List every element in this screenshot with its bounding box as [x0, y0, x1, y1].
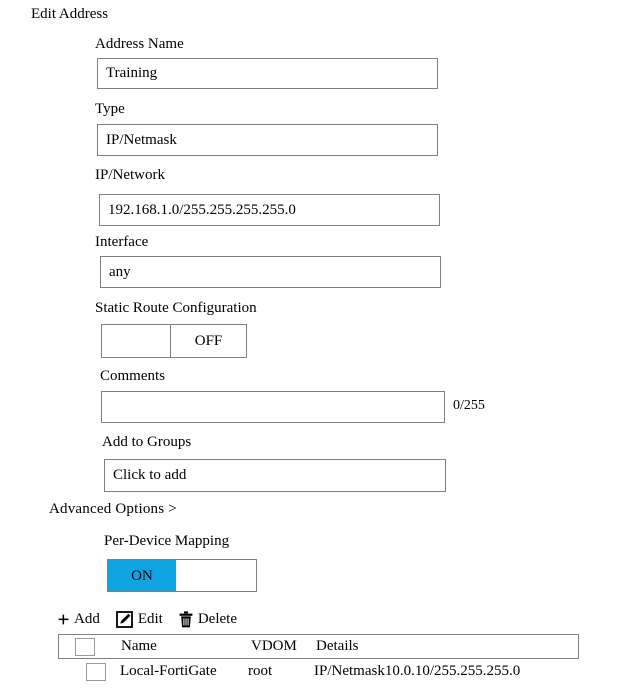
pencil-square-icon: [115, 610, 133, 628]
table-toolbar: Add Edit Delete: [58, 610, 253, 628]
select-all-checkbox[interactable]: [75, 638, 95, 656]
per-device-mapping-toggle-off-side[interactable]: [176, 560, 256, 591]
ip-network-label: IP/Network: [95, 167, 165, 183]
row-select-checkbox[interactable]: [86, 663, 106, 681]
trash-icon: [179, 610, 193, 628]
add-to-groups-field[interactable]: Click to add: [104, 459, 446, 492]
type-select[interactable]: IP/Netmask: [97, 124, 438, 156]
table-row[interactable]: Local-FortiGate root IP/Netmask10.0.10/2…: [58, 660, 618, 686]
add-button-label: Add: [74, 611, 100, 627]
row-cell-vdom: root: [248, 663, 273, 679]
address-name-input[interactable]: [97, 58, 438, 89]
per-device-mapping-toggle[interactable]: ON: [107, 559, 257, 592]
ip-network-input[interactable]: [99, 194, 440, 226]
address-name-label: Address Name: [95, 36, 184, 52]
static-route-toggle-on-side[interactable]: [102, 325, 170, 357]
plus-icon: [58, 614, 69, 625]
row-cell-name: Local-FortiGate: [120, 663, 217, 679]
static-route-label: Static Route Configuration: [95, 300, 257, 316]
interface-value: any: [109, 263, 131, 280]
page-title: Edit Address: [31, 6, 109, 22]
type-label: Type: [95, 101, 125, 117]
comments-character-counter: 0/255: [453, 398, 485, 413]
add-to-groups-placeholder: Click to add: [113, 467, 187, 483]
column-header-details[interactable]: Details: [316, 634, 359, 659]
column-header-vdom[interactable]: VDOM: [251, 634, 297, 659]
interface-label: Interface: [95, 234, 149, 250]
delete-button[interactable]: Delete: [179, 610, 237, 628]
edit-button-label: Edit: [137, 611, 163, 627]
per-device-mapping-toggle-on-side[interactable]: ON: [108, 560, 176, 591]
interface-select[interactable]: any: [100, 256, 441, 288]
edit-button[interactable]: Edit: [115, 610, 163, 628]
column-header-name[interactable]: Name: [121, 634, 157, 659]
table-header-row: Name VDOM Details: [58, 634, 579, 659]
advanced-options-toggle[interactable]: Advanced Options >: [49, 500, 177, 518]
add-button[interactable]: Add: [58, 610, 100, 628]
static-route-toggle-off-side[interactable]: OFF: [170, 325, 246, 357]
per-device-mapping-label: Per-Device Mapping: [104, 533, 230, 549]
add-to-groups-label: Add to Groups: [102, 434, 192, 450]
comments-label: Comments: [100, 368, 166, 384]
static-route-toggle[interactable]: OFF: [101, 324, 247, 358]
type-value: IP/Netmask: [106, 131, 177, 148]
delete-button-label: Delete: [197, 611, 237, 627]
comments-input[interactable]: [101, 391, 445, 423]
row-cell-details: IP/Netmask10.0.10/255.255.255.0: [314, 663, 521, 679]
